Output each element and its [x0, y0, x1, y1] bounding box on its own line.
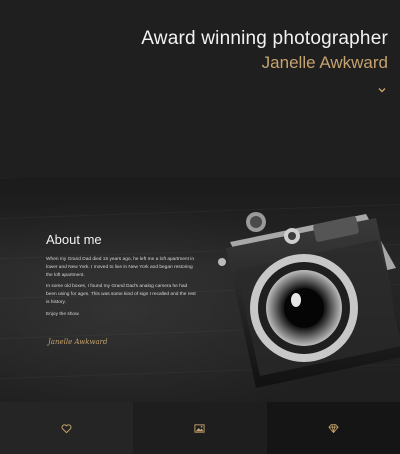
footer-item-diamond[interactable] [266, 402, 400, 454]
footer-item-image[interactable] [133, 402, 267, 454]
heart-icon [61, 423, 72, 433]
chevron-down-icon [378, 88, 386, 93]
image-icon [194, 423, 206, 433]
about-section: About me When my Grand Dad died 15 years… [0, 178, 400, 402]
about-text: About me When my Grand Dad died 15 years… [46, 232, 198, 323]
scroll-down-button[interactable] [376, 84, 388, 96]
about-paragraph: In some old boxes, I found my Grand Dad'… [46, 284, 196, 305]
about-paragraph: When my Grand Dad died 15 years ago, he … [46, 257, 194, 278]
diamond-icon [328, 423, 339, 433]
hero-name: Janelle Awkward [261, 53, 388, 72]
hero-section: Award winning photographer Janelle Awkwa… [0, 0, 400, 178]
signature: Janelle Awkward [48, 338, 108, 346]
about-heading: About me [46, 232, 102, 247]
hero-title: Award winning photographer [141, 28, 388, 49]
footer-item-heart[interactable] [0, 402, 134, 454]
camera-photo [218, 212, 400, 388]
footer-nav [0, 402, 400, 454]
about-paragraph: Enjoy the show. [46, 311, 80, 317]
